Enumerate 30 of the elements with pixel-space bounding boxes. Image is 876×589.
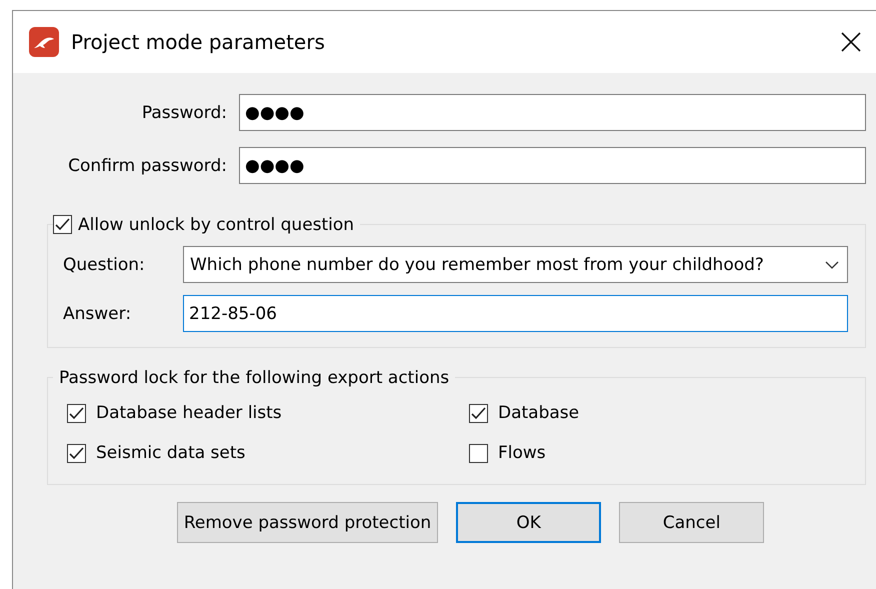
question-dropdown[interactable]: Which phone number do you remember most from your childhood? (183, 246, 848, 283)
field-label: Answer: (63, 304, 132, 324)
close-icon (840, 31, 862, 53)
chevron-down-icon (825, 260, 839, 268)
dialog-button[interactable]: Cancel (619, 502, 764, 543)
checkmark-icon (69, 406, 84, 420)
checkbox-label: Database header lists (96, 403, 282, 423)
checkbox[interactable] (469, 404, 488, 422)
group-title: Password lock for the following export actions (58, 368, 450, 388)
checkbox[interactable] (67, 404, 86, 422)
checkbox[interactable] (53, 215, 72, 234)
checkmark-icon (69, 446, 84, 460)
answer-field[interactable]: 212-85-06 (183, 295, 848, 332)
field-label: Confirm password: (67, 156, 228, 176)
password-field[interactable]: ●●●● (239, 94, 866, 131)
dialog-button[interactable]: Remove password protection (176, 502, 438, 543)
checkbox[interactable] (67, 444, 86, 462)
field-label: Question: (63, 254, 146, 274)
app-logo-icon (29, 27, 59, 57)
checkbox[interactable] (469, 444, 488, 462)
password-field[interactable]: ●●●● (239, 147, 866, 184)
field-label: Password: (140, 102, 228, 122)
window-title: Project mode parameters (71, 30, 326, 54)
checkbox-label: Database (498, 403, 580, 423)
checkbox-label: Flows (498, 443, 546, 463)
dialog-button[interactable]: OK (456, 502, 602, 543)
checkbox-label: Allow unlock by control question (78, 214, 354, 234)
checkmark-icon (55, 218, 70, 231)
checkbox-label: Seismic data sets (96, 443, 246, 463)
checkmark-icon (471, 406, 486, 420)
